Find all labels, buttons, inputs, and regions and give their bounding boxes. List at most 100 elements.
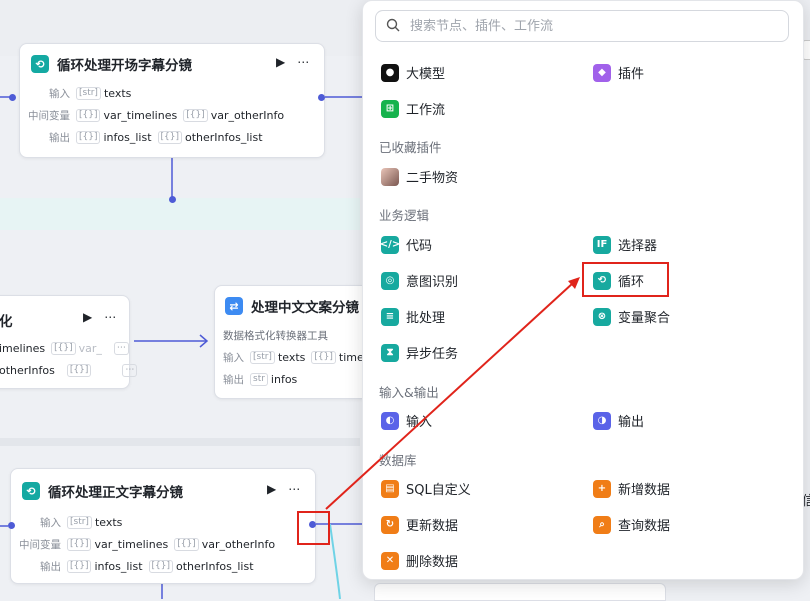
workflow-icon: ⊞ [381, 99, 399, 118]
loop-icon: ⟲ [31, 55, 49, 73]
variable-chip: [{}] var_otherInfo [174, 538, 275, 551]
variable-chip: [{}] otherInfos_list [157, 131, 263, 144]
menu-item-sql[interactable]: ▤ SQL自定义 [381, 479, 471, 498]
menu-item-async[interactable]: ⧗ 异步任务 [381, 343, 458, 362]
selector-icon: IF [593, 235, 611, 254]
variable-chip: [{}] var_ [51, 342, 102, 355]
variable-chip: [str] texts [250, 351, 305, 364]
variable-chip: [str] texts [67, 516, 122, 529]
variable-chip: [str] texts [76, 87, 131, 100]
node-title: 化 [0, 314, 13, 330]
sql-icon: ▤ [381, 479, 399, 498]
db-query-icon: ⌕ [593, 515, 611, 534]
menu-item-code[interactable]: </> 代码 [380, 235, 433, 254]
row-label: 输出 [223, 374, 244, 386]
run-icon[interactable]: ▶ [276, 55, 285, 69]
menu-item-batch[interactable]: ≡ 批处理 [381, 307, 445, 326]
menu-item-input[interactable]: ◐ 输入 [381, 411, 432, 430]
menu-item-label: 更新数据 [406, 519, 459, 534]
more-chip[interactable]: ⋯ [113, 342, 129, 355]
menu-item-label: SQL自定义 [406, 483, 471, 498]
menu-item-label: 插件 [618, 67, 645, 82]
loop-node-opening[interactable]: ⟲ 循环处理开场字幕分镜 ▶ ⋯ 输入 [str] texts 中间变量 [{}]… [19, 43, 325, 158]
menu-item-selector[interactable]: IF 选择器 [593, 235, 657, 254]
loop-icon: ⟲ [22, 482, 40, 500]
converter-icon: ⇄ [225, 297, 243, 315]
node-subtitle: 数据格式化转换器工具 [223, 330, 328, 342]
node-title: 处理中文文案分镜 [251, 300, 359, 316]
menu-item-workflow[interactable]: ⊞ 工作流 [381, 99, 445, 118]
search-box[interactable] [375, 10, 789, 42]
add-node-menu: ● 大模型 ◆ 插件 ⊞ 工作流 已收藏插件 二手物资 业务逻辑 </> 代码 … [362, 0, 804, 580]
variable-chip: [{}] infos_list [76, 131, 152, 144]
loop-node-main[interactable]: ⟲ 循环处理正文字幕分镜 ▶ ⋯ 输入 [str] texts 中间变量 [{}]… [10, 468, 316, 584]
menu-item-label: 选择器 [618, 239, 658, 254]
input-port[interactable] [8, 522, 15, 529]
menu-item-db-query[interactable]: ⌕ 查询数据 [593, 515, 670, 534]
row-label: 输入 [49, 88, 70, 100]
search-input[interactable] [408, 17, 772, 35]
intent-icon: ◎ [381, 271, 399, 290]
variable-chip: [{}] var_timelines [67, 538, 168, 551]
row-label: 输入 [40, 517, 61, 529]
menu-item-favorite[interactable]: 二手物资 [381, 167, 458, 186]
section-title-favorites: 已收藏插件 [379, 140, 442, 155]
variable-chip: otherInfos [0, 364, 55, 377]
run-icon[interactable]: ▶ [83, 310, 92, 324]
output-port[interactable] [318, 94, 325, 101]
search-icon [386, 18, 400, 35]
more-icon[interactable]: ⋯ [104, 310, 116, 324]
menu-item-label: 异步任务 [406, 347, 459, 362]
variable-chip: [{}] otherInfos_list [148, 560, 254, 573]
row-label: 中间变量 [28, 110, 70, 122]
menu-item-label: 工作流 [406, 103, 446, 118]
menu-item-label: 代码 [406, 239, 433, 254]
node-partial-left[interactable]: 化 ▶ ⋯ imelines [{}] var_ ⋯ otherInfos [{}… [0, 295, 138, 389]
annotation-box-loop [582, 262, 669, 297]
variable-chip: imelines [0, 342, 46, 355]
section-title-db: 数据库 [379, 453, 417, 468]
run-icon[interactable]: ▶ [267, 482, 276, 496]
db-update-icon: ↻ [381, 515, 399, 534]
menu-item-aggregate[interactable]: ⊗ 变量聚合 [593, 307, 670, 326]
menu-item-db-update[interactable]: ↻ 更新数据 [381, 515, 458, 534]
variable-chip: [{}] var_timelines [76, 109, 177, 122]
variable-chip: [{}] [66, 364, 94, 377]
input-icon: ◐ [381, 411, 399, 430]
more-icon[interactable]: ⋯ [297, 55, 309, 69]
row-label: 中间变量 [19, 539, 61, 551]
menu-item-llm[interactable]: ● 大模型 [381, 63, 445, 82]
input-port[interactable] [9, 94, 16, 101]
more-icon[interactable]: ⋯ [288, 482, 300, 496]
menu-item-label: 查询数据 [618, 519, 671, 534]
menu-item-db-add[interactable]: + 新增数据 [593, 479, 670, 498]
more-chip[interactable]: ⋯ [122, 364, 138, 377]
loop-body-port[interactable] [169, 196, 176, 203]
menu-item-label: 意图识别 [406, 275, 459, 290]
partial-widget[interactable] [803, 40, 810, 60]
section-title-io: 输入&输出 [379, 385, 439, 400]
node-title: 循环处理开场字幕分镜 [57, 58, 192, 74]
menu-item-db-delete[interactable]: ✕ 删除数据 [381, 551, 458, 570]
menu-item-label: 批处理 [406, 311, 446, 326]
plugin-node-chinese-copy[interactable]: ⇄ 处理中文文案分镜 数据格式化转换器工具 输入 [str] texts [{}]… [214, 285, 389, 399]
node-title: 循环处理正文字幕分镜 [48, 485, 183, 501]
row-label: 输出 [49, 132, 70, 144]
menu-item-label: 变量聚合 [618, 311, 671, 326]
code-icon: </> [380, 235, 400, 254]
variable-chip: str infos [250, 373, 297, 386]
aggregate-icon: ⊗ [593, 307, 611, 326]
plugin-icon: ◆ [593, 63, 611, 82]
menu-item-label: 二手物资 [406, 171, 459, 186]
partial-card [374, 583, 666, 601]
output-icon: ◑ [593, 411, 611, 430]
variable-chip: [{}] infos_list [67, 560, 143, 573]
batch-icon: ≡ [381, 307, 399, 326]
menu-item-plugin[interactable]: ◆ 插件 [593, 63, 644, 82]
menu-item-intent[interactable]: ◎ 意图识别 [381, 271, 458, 290]
row-label: 输入 [223, 352, 244, 364]
db-add-icon: + [593, 479, 611, 498]
menu-item-output[interactable]: ◑ 输出 [593, 411, 644, 430]
plugin-avatar [381, 167, 399, 186]
menu-item-label: 新增数据 [618, 483, 671, 498]
